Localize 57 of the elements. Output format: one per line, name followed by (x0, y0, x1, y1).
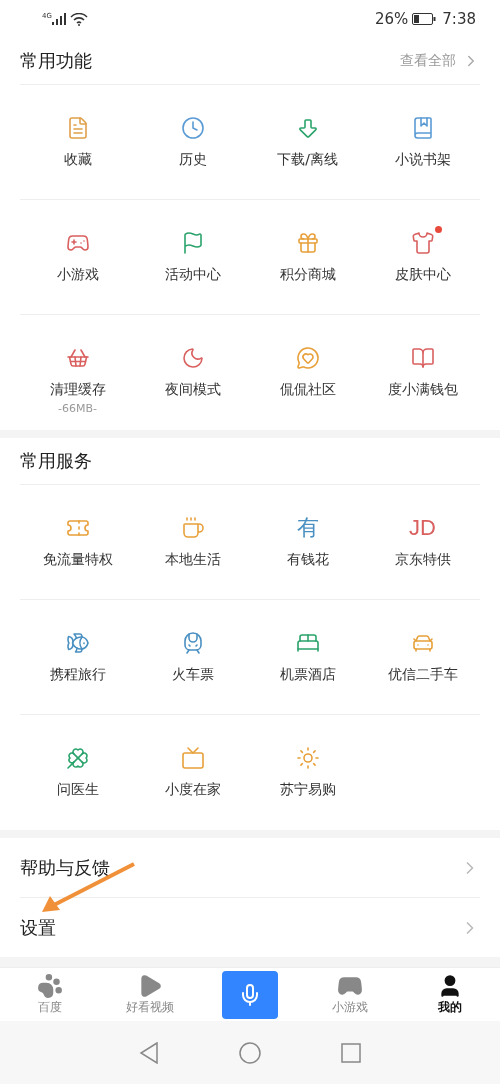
notification-dot (434, 226, 442, 233)
logo-icon[interactable]: JD (409, 517, 436, 539)
coffee-cup-icon[interactable] (180, 516, 205, 540)
feature-label[interactable]: 苏宁易购 (279, 781, 336, 799)
clock-time: 7:38 (442, 10, 476, 28)
feature-label[interactable]: 机票酒店 (279, 666, 336, 684)
bed-icon[interactable] (295, 631, 320, 655)
chat-heart-icon[interactable] (295, 346, 320, 370)
feature-label[interactable]: 京东特供 (394, 551, 451, 569)
feature-label[interactable]: 小说书架 (394, 151, 451, 169)
fish-icon[interactable] (65, 631, 90, 655)
cache-size: -66MB- (58, 402, 97, 415)
paw-icon (37, 973, 63, 999)
feature-label[interactable]: 皮肤中心 (394, 266, 451, 284)
feature-label[interactable]: 本地生活 (164, 551, 221, 569)
clover-icon[interactable] (65, 746, 90, 770)
feature-label[interactable]: 优信二手车 (387, 666, 458, 684)
feature-label[interactable]: 有钱花 (286, 551, 329, 569)
open-book-icon[interactable] (410, 346, 435, 370)
tab[interactable]: 百度 (0, 973, 100, 1016)
shirt-icon[interactable] (410, 231, 435, 255)
basket-icon[interactable] (65, 346, 90, 370)
clock-icon[interactable] (180, 116, 205, 140)
back-icon[interactable] (139, 1041, 159, 1064)
wifi-icon (69, 12, 88, 26)
feature-label[interactable]: 活动中心 (164, 266, 221, 284)
feature-label[interactable]: 小游戏 (56, 266, 99, 284)
menu-link[interactable]: 帮助与反馈 (20, 855, 460, 880)
tv-icon[interactable] (180, 746, 205, 770)
section-title: 常用功能 (20, 49, 93, 73)
feature-label[interactable]: 收藏 (63, 151, 92, 169)
sun-icon[interactable] (295, 746, 320, 770)
feature-label[interactable]: 积分商城 (279, 266, 336, 284)
feature-label[interactable]: 历史 (178, 151, 207, 169)
feature-label[interactable]: 夜间模式 (164, 381, 221, 399)
signal-icon (51, 13, 66, 25)
feature-label[interactable]: 下载/离线 (277, 151, 338, 169)
feature-label[interactable]: 问医生 (56, 781, 99, 799)
tab[interactable]: 小游戏 (300, 973, 400, 1016)
battery-percent: 26% (374, 10, 409, 28)
moon-icon[interactable] (180, 346, 205, 370)
gift-icon[interactable] (295, 231, 320, 255)
tab[interactable]: 我的 (400, 973, 500, 1016)
home-icon[interactable] (239, 1041, 261, 1064)
voice-search-button[interactable] (222, 970, 278, 1019)
section-title: 常用服务 (20, 449, 93, 473)
feature-label[interactable]: 小度在家 (164, 781, 221, 799)
feature-label[interactable]: 度小满钱包 (387, 381, 458, 399)
feature-label[interactable]: 清理缓存 (49, 381, 106, 399)
tab[interactable]: 好看视频 (100, 973, 200, 1016)
feature-label[interactable]: 携程旅行 (49, 666, 106, 684)
feature-label[interactable]: 免流量特权 (42, 551, 113, 569)
feature-label[interactable]: 侃侃社区 (279, 381, 336, 399)
feature-label[interactable]: 火车票 (171, 666, 214, 684)
battery-icon (412, 13, 437, 25)
recents-icon[interactable] (341, 1042, 361, 1063)
menu-link[interactable]: 设置 (20, 915, 460, 940)
